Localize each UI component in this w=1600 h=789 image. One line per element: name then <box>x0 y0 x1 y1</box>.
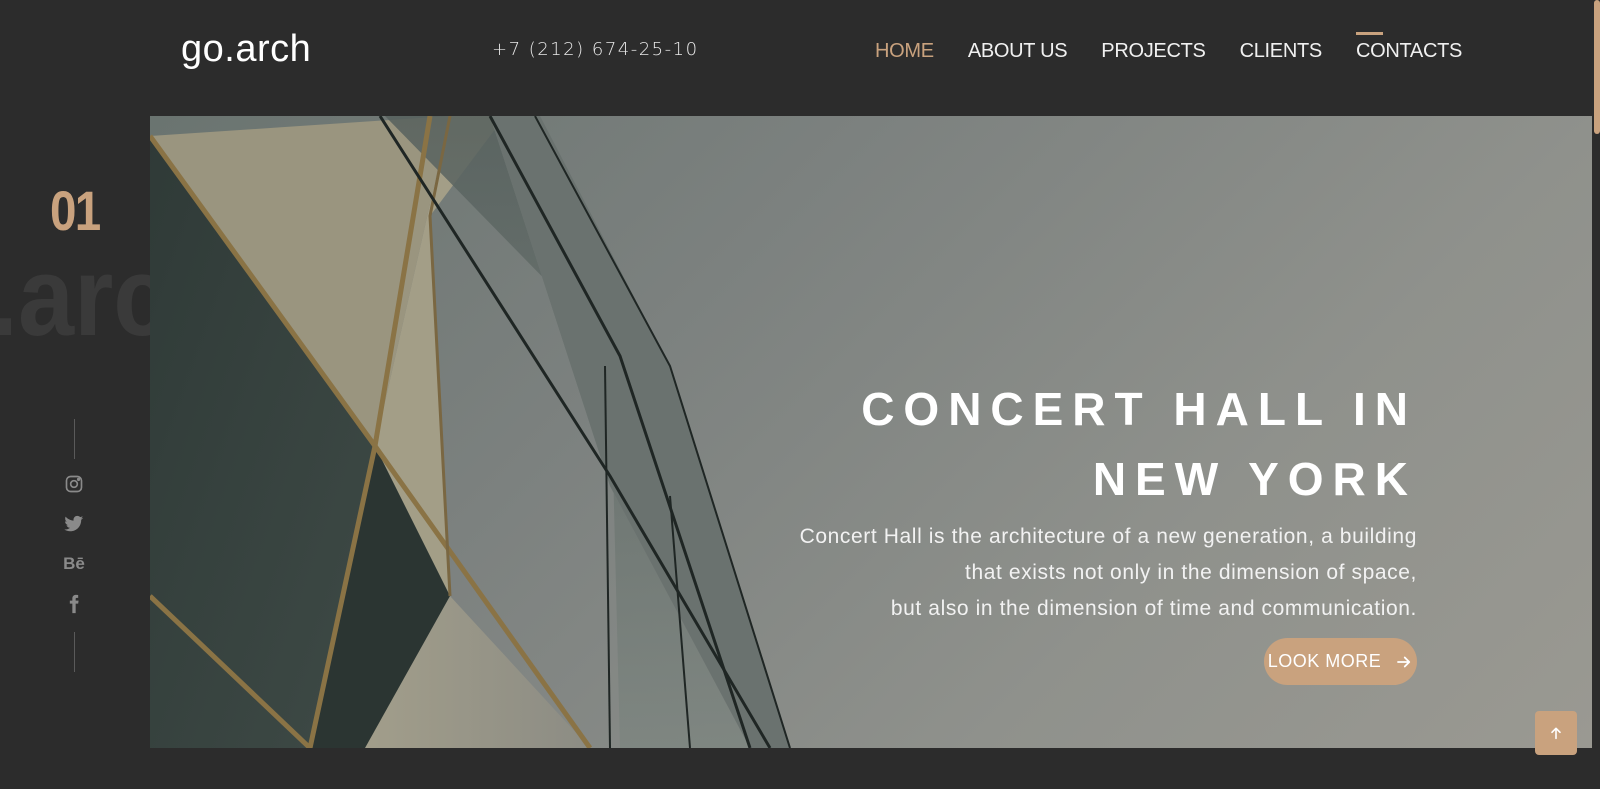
nav-item-clients[interactable]: CLIENTS <box>1240 40 1323 63</box>
logo[interactable]: go.arch <box>181 28 311 71</box>
hero-desc-line-2: that exists not only in the dimension of… <box>965 561 1417 584</box>
twitter-icon[interactable] <box>62 512 86 536</box>
hero-title: CONCERT HALL IN NEW YORK <box>861 374 1417 514</box>
look-more-button[interactable]: LOOK MORE <box>1264 638 1417 685</box>
slide-number: 01 <box>50 179 101 242</box>
behance-label: Bē <box>63 554 85 573</box>
arrow-right-icon <box>1397 656 1411 667</box>
arrow-up-icon <box>1551 727 1561 740</box>
hero-desc-line-3: but also in the dimension of time and co… <box>890 597 1417 620</box>
nav-item-home[interactable]: HOME <box>875 40 934 63</box>
main-nav: HOME ABOUT US PROJECTS CLIENTS CONTACTS <box>875 32 1496 63</box>
hero-desc-line-1: Concert Hall is the architecture of a ne… <box>799 525 1417 548</box>
nav-item-contacts[interactable]: CONTACTS <box>1355 32 1462 63</box>
instagram-icon[interactable] <box>62 472 86 496</box>
hero-slide: CONCERT HALL IN NEW YORK Concert Hall is… <box>150 116 1593 748</box>
hero-title-line-2: NEW YORK <box>1092 453 1417 505</box>
phone-number[interactable]: +7 (212) 674-25-10 <box>492 39 699 60</box>
behance-icon[interactable]: Bē <box>62 552 86 576</box>
hero-description: Concert Hall is the architecture of a ne… <box>797 519 1417 627</box>
rail-divider-bottom <box>74 632 75 672</box>
look-more-label: LOOK MORE <box>1267 651 1382 671</box>
scrollbar-thumb[interactable] <box>1594 0 1600 134</box>
back-to-top-button[interactable] <box>1535 711 1577 755</box>
facebook-icon[interactable] <box>62 592 86 616</box>
nav-item-projects[interactable]: PROJECTS <box>1101 40 1206 63</box>
hero-title-line-1: CONCERT HALL IN <box>861 383 1417 435</box>
nav-item-about-us[interactable]: ABOUT US <box>968 40 1068 63</box>
rail-divider-top <box>74 419 75 459</box>
